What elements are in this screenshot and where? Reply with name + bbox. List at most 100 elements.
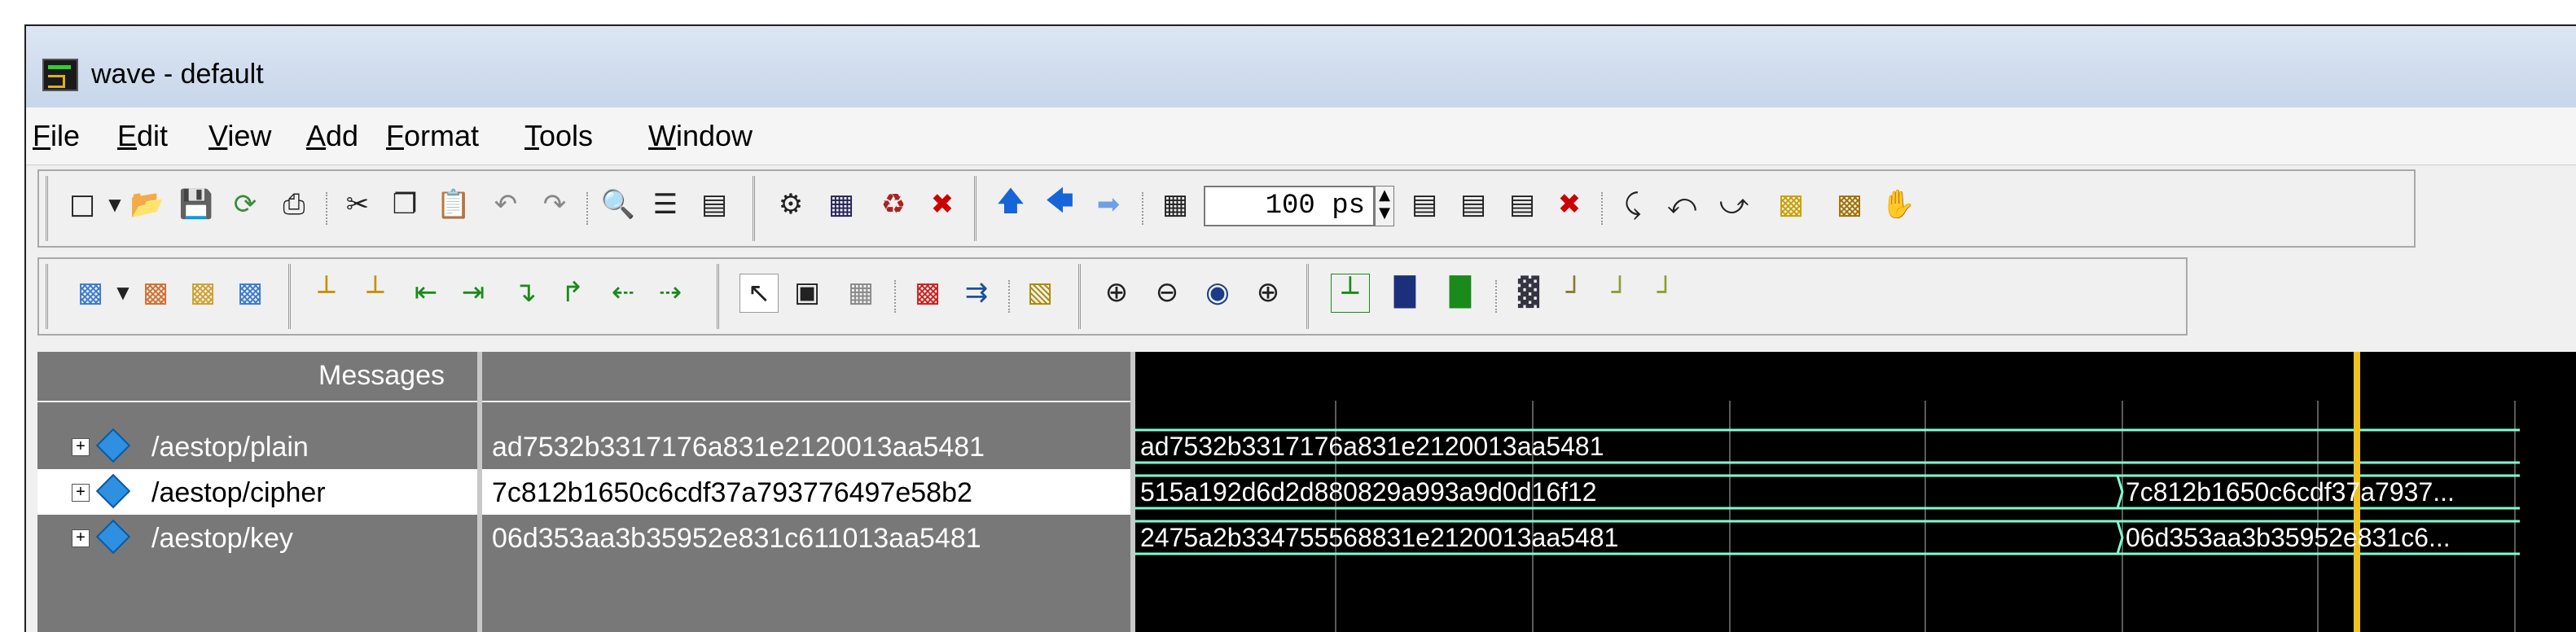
wave-value-label: ad7532b3317176a831e2120013aa5481 — [1140, 432, 1604, 461]
menu-view[interactable]: View — [208, 119, 271, 153]
falling-edge-icon[interactable]: ↴ — [507, 274, 544, 311]
reload-icon[interactable]: ⟳ — [226, 186, 264, 223]
group-icon[interactable]: ▤ — [696, 186, 733, 223]
wave-value-label: 2475a2b334755568831e2120013aa5481 — [1140, 523, 1619, 552]
menu-edit[interactable]: Edit — [117, 119, 168, 153]
spin-icon[interactable]: ▲ ▼ — [1375, 186, 1394, 226]
wave-value-label: 515a192d6d2d880829a993a9d0d16f12 — [1140, 477, 1597, 507]
signal-value: 7c812b1650c6cdf37a793776497e58b2 — [492, 477, 972, 508]
expand-icon[interactable]: + — [72, 438, 90, 456]
wave-pane[interactable]: ad7532b3317176a831e2120013aa5481 515a192… — [1135, 352, 2576, 632]
cut-icon[interactable]: ✂ — [339, 186, 376, 223]
toolbar-grip — [1306, 264, 1309, 329]
hand-icon[interactable]: ✋ — [1880, 186, 1917, 223]
paste-icon[interactable]: 📋 — [435, 186, 472, 223]
coverage-icon[interactable]: ▩ — [1831, 186, 1868, 223]
separator — [1495, 280, 1497, 313]
separator — [326, 192, 327, 225]
run-icon[interactable]: ▤ — [1406, 186, 1443, 223]
step-out-icon[interactable]: ⤻ — [1715, 186, 1753, 223]
delete-cursor-icon[interactable]: ┴ — [357, 274, 394, 311]
expand-icon[interactable]: + — [72, 484, 90, 502]
zoom-full-icon[interactable]: ◉ — [1199, 274, 1236, 311]
insert-cursor-icon[interactable]: ┴ — [308, 274, 345, 311]
run-length-unit: ps — [1332, 191, 1365, 222]
step-icon-2[interactable]: ┘ — [1601, 274, 1639, 311]
values-pane: ad7532b3317176a831e2120013aa5481 7c812b1… — [482, 352, 1130, 632]
run-length-icon[interactable]: ▦ — [1156, 186, 1194, 223]
save-icon[interactable]: 💾 — [178, 186, 215, 223]
pattern-icon[interactable]: ▓ — [1510, 274, 1547, 311]
zoom-cursor-icon[interactable]: ⊕ — [1249, 274, 1287, 311]
remove-wave-icon[interactable]: ▩ — [137, 274, 174, 311]
hierarchy-icon[interactable]: ☰ — [647, 186, 684, 223]
toolbar-row-2: ▩ ▼ ▩ ▩ ▩ ┴ ┴ ⇤ ⇥ ↴ ↱ ⇠ ⇢ ↖ ▣ ▦ ▩ ⇉ ▧ ⊕ … — [37, 257, 2188, 336]
signal-value: ad7532b3317176a831e2120013aa5481 — [492, 432, 985, 463]
bus-signal-icon — [95, 428, 131, 463]
step-icon[interactable]: ⤹ — [1614, 186, 1652, 223]
menu-format[interactable]: Format — [386, 119, 479, 153]
prev-edge-icon[interactable]: ⇤ — [407, 274, 445, 311]
redo-icon[interactable]: ↷ — [536, 186, 573, 223]
window-title: wave - default — [91, 59, 264, 90]
step-icon-3[interactable]: ┘ — [1647, 274, 1684, 311]
open-folder-icon[interactable]: 📂 — [129, 186, 166, 223]
restart-icon[interactable]: ♻ — [875, 186, 912, 223]
cursor-line-icon[interactable]: ┴ — [1331, 274, 1370, 313]
trace-input-icon[interactable]: ⇉ — [958, 274, 995, 311]
edit-wave-icon[interactable]: ▩ — [184, 274, 222, 311]
stop-icon[interactable]: ✖ — [1551, 186, 1588, 223]
run-length-field[interactable]: 100 ps — [1204, 186, 1375, 226]
menu-add[interactable]: Add — [306, 119, 358, 153]
header-divider — [482, 401, 1130, 402]
zoom-out-icon[interactable]: ⊖ — [1148, 274, 1186, 311]
simulate-icon[interactable]: ▦ — [823, 186, 860, 223]
bus-signal-icon — [95, 473, 131, 509]
copy-icon[interactable]: ❐ — [386, 186, 423, 223]
messages-header: Messages — [318, 360, 445, 391]
zoom-in-icon[interactable]: ⊕ — [1098, 274, 1135, 311]
menu-window[interactable]: Window — [648, 119, 753, 153]
break-icon[interactable]: ✖ — [924, 186, 961, 223]
value-row-key[interactable]: 06d353aa3b35952e831c611013aa5481 — [482, 515, 1130, 560]
run-all-icon[interactable]: ▤ — [1503, 186, 1541, 223]
profile-icon[interactable]: ▩ — [1772, 186, 1810, 223]
signal-name: /aestop/key — [151, 523, 293, 554]
wave-compare-icon[interactable]: ▧ — [1021, 274, 1059, 311]
continue-icon[interactable]: ▤ — [1455, 186, 1492, 223]
step-edge-icon[interactable]: ┘ — [1556, 274, 1593, 311]
menu-tools[interactable]: Tools — [524, 119, 593, 153]
step-back-icon[interactable]: 🡄 — [1041, 185, 1078, 223]
signal-row-plain[interactable]: + /aestop/plain — [37, 424, 477, 469]
step-up-icon[interactable]: 🡅 — [992, 185, 1029, 223]
expand-icon[interactable]: + — [72, 529, 90, 547]
toolbar-grip — [288, 264, 291, 329]
fill-icon[interactable]: █ — [1442, 274, 1479, 311]
select-icon[interactable]: ↖ — [739, 274, 779, 313]
compile-icon[interactable]: ⚙ — [772, 186, 810, 223]
rising-edge-icon[interactable]: ↱ — [554, 274, 591, 311]
find-icon[interactable]: 🔍 — [599, 186, 637, 223]
separator — [1008, 280, 1010, 313]
next-transition-icon[interactable]: ⇢ — [652, 274, 689, 311]
step-over-icon[interactable]: ⤺ — [1663, 186, 1701, 223]
signal-trace-icon[interactable]: ▩ — [909, 274, 946, 311]
value-row-cipher[interactable]: 7c812b1650c6cdf37a793776497e58b2 — [482, 469, 1130, 515]
wave-props-icon[interactable]: ▩ — [231, 274, 269, 311]
grid-icon[interactable]: ▦ — [842, 274, 880, 311]
print-icon[interactable]: ⎙ — [275, 186, 313, 223]
bar-icon[interactable]: █ — [1386, 274, 1424, 311]
menu-file[interactable]: File — [33, 119, 80, 153]
signal-name: /aestop/cipher — [151, 477, 326, 508]
value-row-plain[interactable]: ad7532b3317176a831e2120013aa5481 — [482, 424, 1130, 469]
signal-row-cipher[interactable]: + /aestop/cipher — [37, 469, 477, 515]
signal-row-key[interactable]: + /aestop/key — [37, 515, 477, 560]
bus-signal-icon — [95, 519, 131, 555]
toolbar-grip — [46, 176, 48, 241]
zoom-area-icon[interactable]: ▣ — [788, 274, 826, 311]
undo-icon[interactable]: ↶ — [487, 186, 524, 223]
next-edge-icon[interactable]: ⇥ — [454, 274, 492, 311]
prev-transition-icon[interactable]: ⇠ — [604, 274, 642, 311]
toolbar-row-1: □ ▼ 📂 💾 ⟳ ⎙ ✂ ❐ 📋 ↶ ↷ 🔍 ☰ ▤ ⚙ ▦ ♻ ✖ 🡅 🡄 … — [37, 169, 2416, 248]
step-forward-icon[interactable]: ➡ — [1090, 186, 1127, 223]
